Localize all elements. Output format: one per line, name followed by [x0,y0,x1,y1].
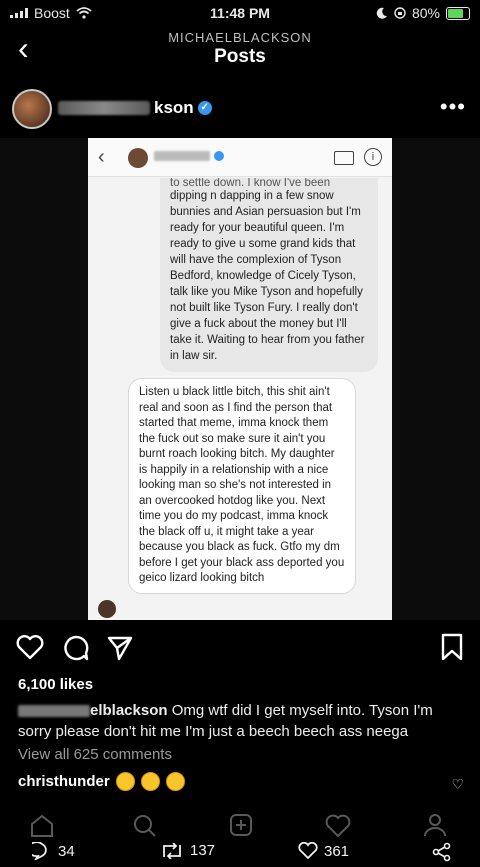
status-bar: Boost 11:48 PM 80% [0,0,480,26]
video-call-icon [334,151,354,165]
likes-count[interactable]: 6,100 likes [18,676,93,693]
instagram-tab-bar [31,814,446,838]
info-icon: i [364,148,382,166]
laughing-emoji-icon [115,772,135,791]
dm-back-icon: ‹ [98,146,105,168]
rotation-lock-icon [394,7,406,19]
battery-percent: 80% [411,5,440,21]
retweet-count: 137 [190,842,216,859]
comment-username[interactable]: christhunder [18,773,110,790]
heart-icon[interactable] [16,634,44,660]
laughing-emoji-icon [165,772,185,791]
comment-row: christhunder [18,772,185,791]
bookmark-icon[interactable] [440,632,464,662]
dm-message-sent-text: dipping n dapping in a few snow bunnies … [170,190,365,362]
like-stat[interactable]: 361 [298,842,349,860]
caption-username-blurred [18,705,90,718]
comment-icon[interactable] [62,634,90,662]
dm-screenshot: ‹ i to settle down. I know I've been dip… [88,138,392,620]
post-caption: elblackson Omg wtf did I get myself into… [18,700,470,742]
dm-message-reply: Listen u black little bitch, this shit a… [128,378,356,594]
status-right: 80% [376,5,470,21]
retweet-icon [163,842,181,859]
dm-verified-icon [214,151,224,161]
post-actions [0,628,480,668]
post-username[interactable]: kson ✓ [58,98,212,118]
battery-icon [446,6,470,20]
share-nodes-icon [432,842,451,862]
page-title: Posts [214,46,266,67]
dm-reply-avatar [98,600,116,618]
dm-blurred-name [154,151,210,161]
username-visible: kson [154,98,194,117]
like-count: 361 [324,842,350,860]
laughing-emoji-icon [140,772,160,791]
nav-header: ‹ MICHAELBLACKSON Posts [0,26,480,76]
moon-icon [376,7,387,19]
more-options-icon[interactable]: ••• [440,94,466,120]
avatar[interactable] [12,89,52,129]
view-all-comments-link[interactable]: View all 625 comments [18,746,172,763]
dm-message-cutoff-line: to settle down. I know I've been [170,178,331,188]
verified-badge-icon: ✓ [197,101,212,115]
tweet-stats: 34 137 361 [0,838,480,866]
dm-avatar [128,148,148,168]
share-icon[interactable] [106,634,134,662]
reply-stat[interactable]: 34 [32,842,75,860]
share-stat[interactable] [432,842,452,862]
dm-message-reply-text: Listen u black little bitch, this shit a… [139,386,345,584]
reply-count: 34 [58,842,75,860]
blurred-username-part [58,101,150,115]
post-media[interactable]: ‹ i to settle down. I know I've been dip… [0,138,480,620]
caption-username[interactable]: elblackson [18,702,168,719]
retweet-stat[interactable]: 137 [160,842,215,859]
dm-header: ‹ i [88,138,392,177]
like-icon [298,842,318,860]
comment-like-icon[interactable]: ♡ [451,776,464,793]
dm-username [154,151,224,161]
caption-username-visible: elblackson [90,702,168,719]
post-header: kson ✓ ••• [0,86,480,134]
dm-actions: i [334,148,382,166]
dm-message-sent: to settle down. I know I've been dipping… [160,178,378,372]
profile-name: MICHAELBLACKSON [168,30,312,45]
reply-icon [32,842,47,860]
